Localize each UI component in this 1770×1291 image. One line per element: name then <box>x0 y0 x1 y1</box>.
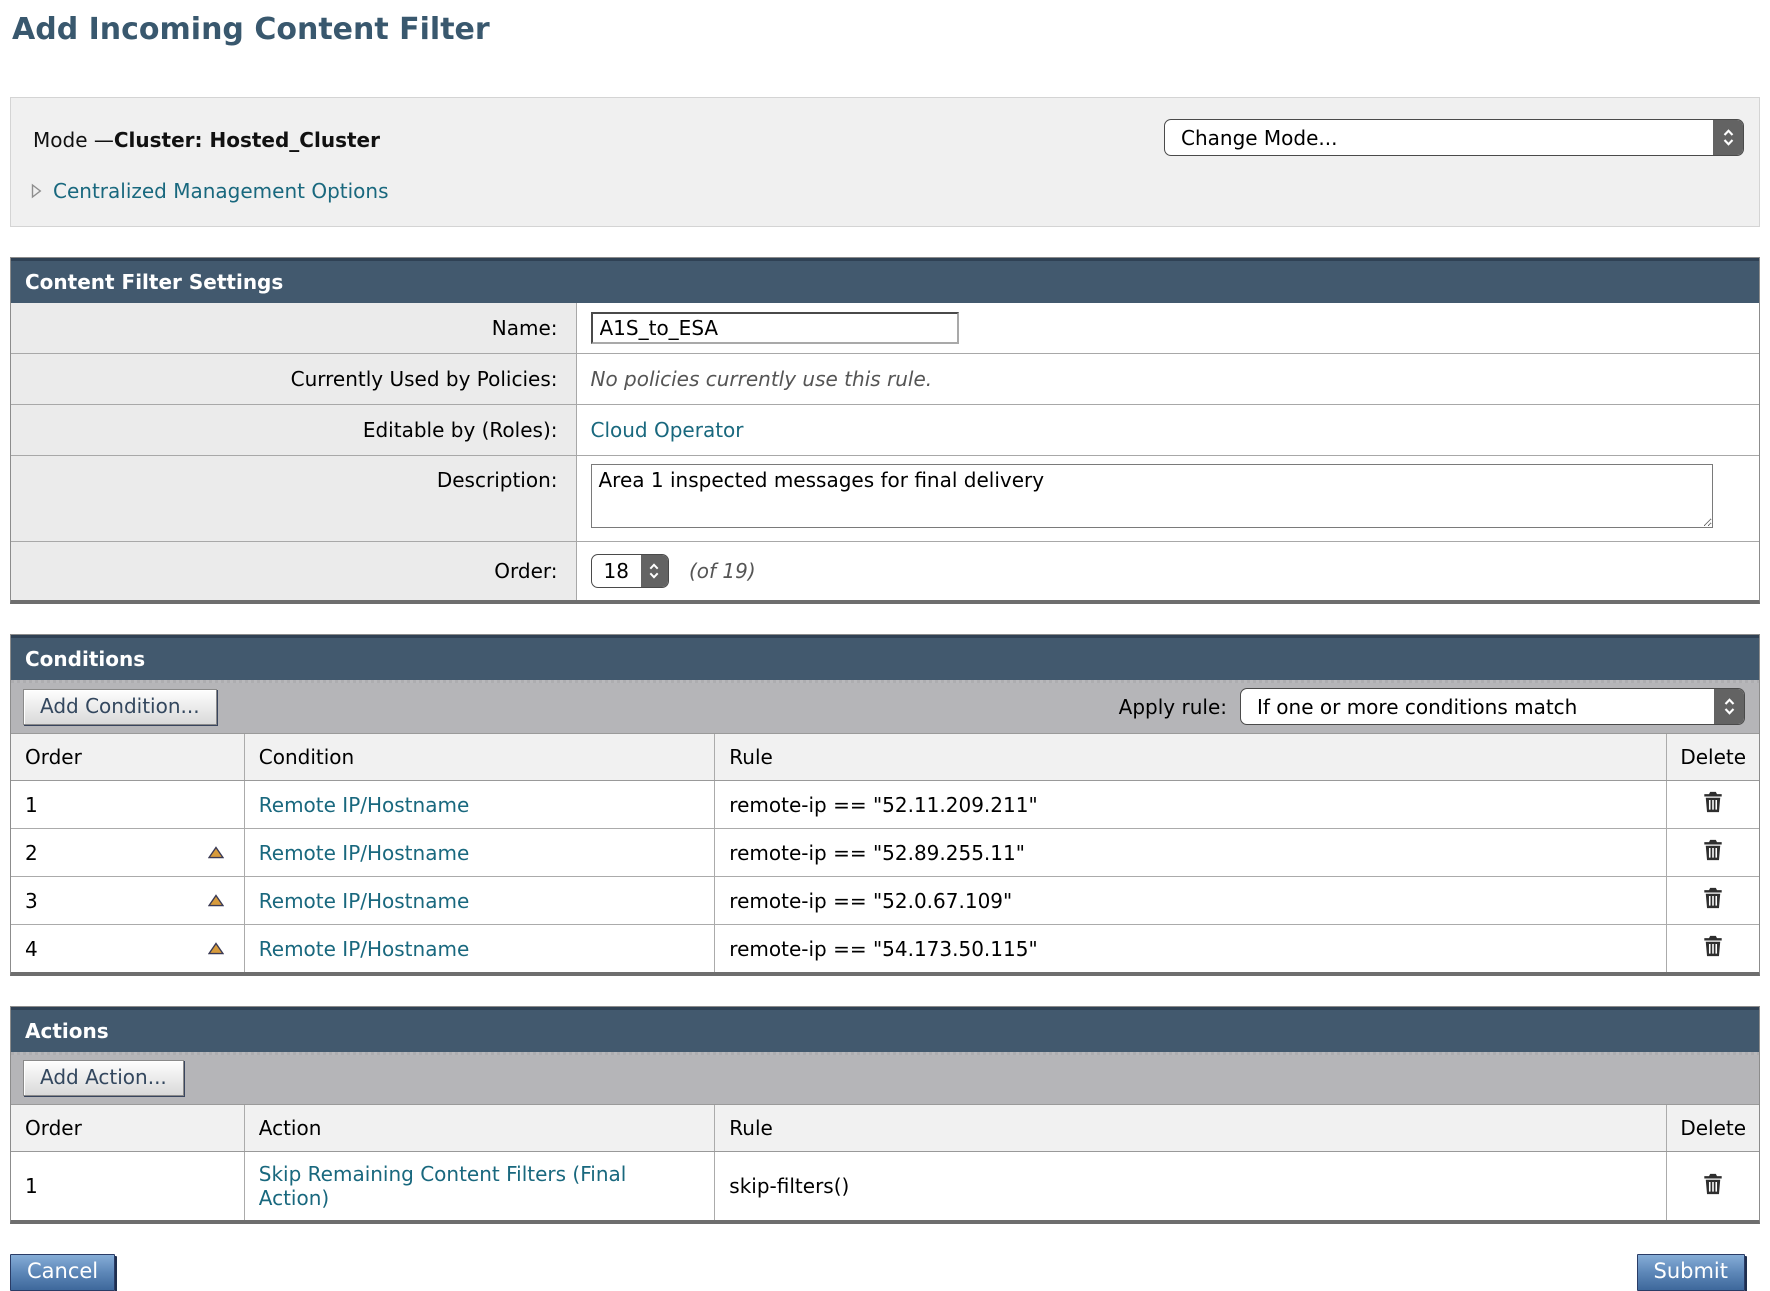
condition-rule: remote-ip == "52.11.209.211" <box>715 781 1667 829</box>
col-action: Action <box>244 1105 715 1152</box>
condition-order: 4 <box>25 937 38 961</box>
page-title: Add Incoming Content Filter <box>12 12 1760 47</box>
col-order: Order <box>11 734 244 781</box>
trash-icon <box>1703 1183 1723 1198</box>
policies-value: No policies currently use this rule. <box>591 367 933 391</box>
move-up-button[interactable] <box>202 894 230 907</box>
trash-icon <box>1703 897 1723 912</box>
description-row: Description: Area 1 inspected messages f… <box>11 456 1759 542</box>
trash-icon <box>1703 945 1723 960</box>
condition-row: 3 Remote IP/Hostname remote-ip == "52.0.… <box>11 877 1759 925</box>
actions-toolbar: Add Action... <box>11 1052 1759 1105</box>
cloud-operator-link[interactable]: Cloud Operator <box>591 418 744 442</box>
description-textarea[interactable]: Area 1 inspected messages for final deli… <box>591 464 1713 528</box>
apply-rule-select[interactable]: If one or more conditions match <box>1240 688 1745 725</box>
submit-button[interactable]: Submit <box>1637 1254 1746 1291</box>
move-up-button[interactable] <box>202 942 230 955</box>
add-condition-button[interactable]: Add Condition... <box>23 689 217 725</box>
order-select-value: 18 <box>592 555 641 587</box>
conditions-toolbar: Add Condition... Apply rule: If one or m… <box>11 680 1759 734</box>
description-label: Description: <box>11 456 576 542</box>
editable-label: Editable by (Roles): <box>11 405 576 456</box>
disclosure-triangle-icon <box>31 183 42 199</box>
move-up-button[interactable] <box>202 846 230 859</box>
condition-link[interactable]: Remote IP/Hostname <box>259 889 469 913</box>
cancel-button[interactable]: Cancel <box>10 1254 115 1291</box>
select-stepper-icon <box>641 555 668 587</box>
col-delete: Delete <box>1667 1105 1759 1152</box>
policies-label: Currently Used by Policies: <box>11 354 576 405</box>
name-label: Name: <box>11 303 576 354</box>
name-row: Name: <box>11 303 1759 354</box>
conditions-panel: Conditions Add Condition... Apply rule: … <box>10 634 1760 976</box>
mode-box: Mode —Cluster: Hosted_Cluster Change Mod… <box>10 97 1760 227</box>
condition-row: 2 Remote IP/Hostname remote-ip == "52.89… <box>11 829 1759 877</box>
editable-row: Editable by (Roles): Cloud Operator <box>11 405 1759 456</box>
apply-rule-label: Apply rule: <box>1119 695 1227 719</box>
policies-row: Currently Used by Policies: No policies … <box>11 354 1759 405</box>
action-row: 1 Skip Remaining Content Filters (Final … <box>11 1152 1759 1221</box>
actions-header: Actions <box>11 1007 1759 1052</box>
trash-icon <box>1703 849 1723 864</box>
col-delete: Delete <box>1667 734 1759 781</box>
condition-link[interactable]: Remote IP/Hostname <box>259 793 469 817</box>
select-stepper-icon <box>1713 120 1743 155</box>
page: Add Incoming Content Filter Mode —Cluste… <box>0 0 1770 1291</box>
condition-order: 2 <box>25 841 38 865</box>
apply-rule-select-value: If one or more conditions match <box>1241 689 1714 724</box>
col-condition: Condition <box>244 734 715 781</box>
select-stepper-icon <box>1714 689 1744 724</box>
conditions-header: Conditions <box>11 635 1759 680</box>
delete-condition-button[interactable] <box>1703 887 1723 909</box>
change-mode-select[interactable]: Change Mode... <box>1164 119 1744 156</box>
action-order: 1 <box>25 1174 38 1198</box>
mode-label: Mode — <box>33 128 114 152</box>
order-row: Order: 18 (of 19) <box>11 542 1759 601</box>
col-rule: Rule <box>715 1105 1667 1152</box>
delete-condition-button[interactable] <box>1703 839 1723 861</box>
order-label: Order: <box>11 542 576 601</box>
content-filter-settings-panel: Content Filter Settings Name: Currently … <box>10 257 1760 604</box>
col-order: Order <box>11 1105 244 1152</box>
col-rule: Rule <box>715 734 1667 781</box>
condition-order: 1 <box>25 793 38 817</box>
condition-row: 4 Remote IP/Hostname remote-ip == "54.17… <box>11 925 1759 973</box>
content-filter-settings-header: Content Filter Settings <box>11 258 1759 303</box>
condition-rule: remote-ip == "52.0.67.109" <box>715 877 1667 925</box>
condition-rule: remote-ip == "52.89.255.11" <box>715 829 1667 877</box>
mode-value: Cluster: Hosted_Cluster <box>114 128 380 152</box>
delete-condition-button[interactable] <box>1703 791 1723 813</box>
move-up-arrow-icon <box>208 895 224 910</box>
change-mode-select-value: Change Mode... <box>1165 120 1713 155</box>
conditions-header-row: Order Condition Rule Delete <box>11 734 1759 781</box>
order-select[interactable]: 18 <box>591 554 669 588</box>
centralized-management-options-label: Centralized Management Options <box>53 179 389 203</box>
condition-link[interactable]: Remote IP/Hostname <box>259 937 469 961</box>
footer: Cancel Submit <box>10 1254 1760 1291</box>
trash-icon <box>1703 801 1723 816</box>
condition-link[interactable]: Remote IP/Hostname <box>259 841 469 865</box>
condition-order: 3 <box>25 889 38 913</box>
actions-header-row: Order Action Rule Delete <box>11 1105 1759 1152</box>
order-total: (of 19) <box>689 559 756 583</box>
actions-panel: Actions Add Action... Order Action Rule … <box>10 1006 1760 1224</box>
delete-action-button[interactable] <box>1703 1173 1723 1195</box>
condition-rule: remote-ip == "54.173.50.115" <box>715 925 1667 973</box>
name-input[interactable] <box>591 312 959 344</box>
condition-row: 1 Remote IP/Hostname remote-ip == "52.11… <box>11 781 1759 829</box>
action-rule: skip-filters() <box>715 1152 1667 1221</box>
move-up-arrow-icon <box>208 847 224 862</box>
add-action-button[interactable]: Add Action... <box>23 1060 184 1096</box>
action-link[interactable]: Skip Remaining Content Filters (Final Ac… <box>259 1162 627 1210</box>
delete-condition-button[interactable] <box>1703 935 1723 957</box>
move-up-arrow-icon <box>208 943 224 958</box>
centralized-management-options-link[interactable]: Centralized Management Options <box>11 152 389 203</box>
